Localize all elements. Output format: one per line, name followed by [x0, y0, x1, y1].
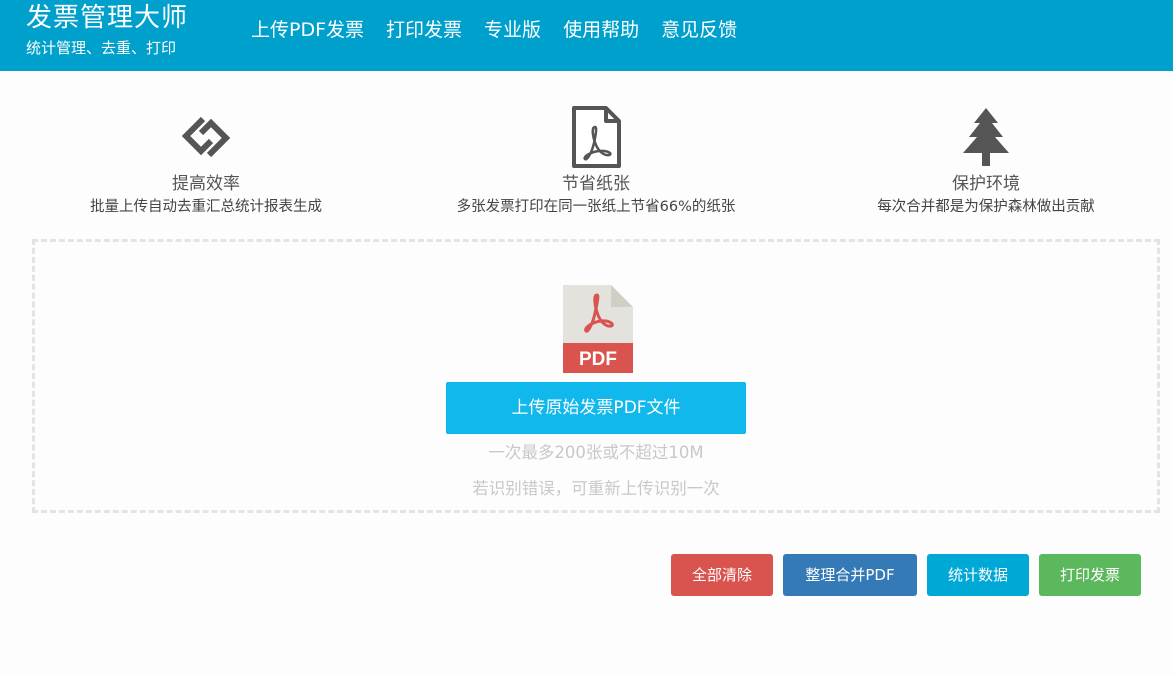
feature-title: 提高效率 — [172, 174, 240, 194]
feature-title: 节省纸张 — [562, 174, 630, 194]
feature-efficiency: 提高效率 批量上传自动去重汇总统计报表生成 — [16, 104, 396, 217]
pdf-file-icon: PDF — [563, 285, 633, 373]
upload-pdf-button[interactable]: 上传原始发票PDF文件 — [446, 382, 746, 434]
feature-desc: 每次合并都是为保护森林做出贡献 — [877, 199, 1095, 215]
link-icon — [16, 104, 396, 170]
upload-retry-hint: 若识别错误，可重新上传识别一次 — [472, 479, 720, 498]
nav-print-invoice[interactable]: 打印发票 — [375, 0, 473, 60]
main-nav: 上传PDF发票 打印发票 专业版 使用帮助 意见反馈 — [240, 0, 748, 60]
top-header: 发票管理大师 统计管理、去重、打印 上传PDF发票 打印发票 专业版 使用帮助 … — [0, 0, 1173, 71]
nav-feedback[interactable]: 意见反馈 — [650, 0, 748, 60]
merge-pdf-button[interactable]: 整理合并PDF — [783, 554, 917, 596]
upload-dropzone[interactable]: PDF 上传原始发票PDF文件 一次最多200张或不超过10M 若识别错误，可重… — [32, 239, 1160, 513]
nav-upload-pdf[interactable]: 上传PDF发票 — [240, 0, 375, 60]
pdf-label: PDF — [579, 349, 617, 370]
feature-environment: 保护环境 每次合并都是为保护森林做出贡献 — [796, 104, 1173, 217]
app-subtitle: 统计管理、去重、打印 — [26, 39, 177, 57]
feature-title: 保护环境 — [952, 174, 1020, 194]
statistics-button[interactable]: 统计数据 — [927, 554, 1029, 596]
feature-desc: 批量上传自动去重汇总统计报表生成 — [90, 199, 322, 215]
print-invoice-button[interactable]: 打印发票 — [1039, 554, 1141, 596]
tree-icon — [796, 104, 1173, 170]
feature-save-paper: 节省纸张 多张发票打印在同一张纸上节省66%的纸张 — [406, 104, 786, 217]
nav-pro-version[interactable]: 专业版 — [473, 0, 552, 60]
upload-limit-hint: 一次最多200张或不超过10M — [488, 443, 704, 462]
clear-all-button[interactable]: 全部清除 — [671, 554, 773, 596]
pdf-document-icon — [406, 104, 786, 170]
feature-desc: 多张发票打印在同一张纸上节省66%的纸张 — [456, 199, 736, 215]
nav-help[interactable]: 使用帮助 — [552, 0, 650, 60]
app-title: 发票管理大师 — [26, 3, 189, 33]
